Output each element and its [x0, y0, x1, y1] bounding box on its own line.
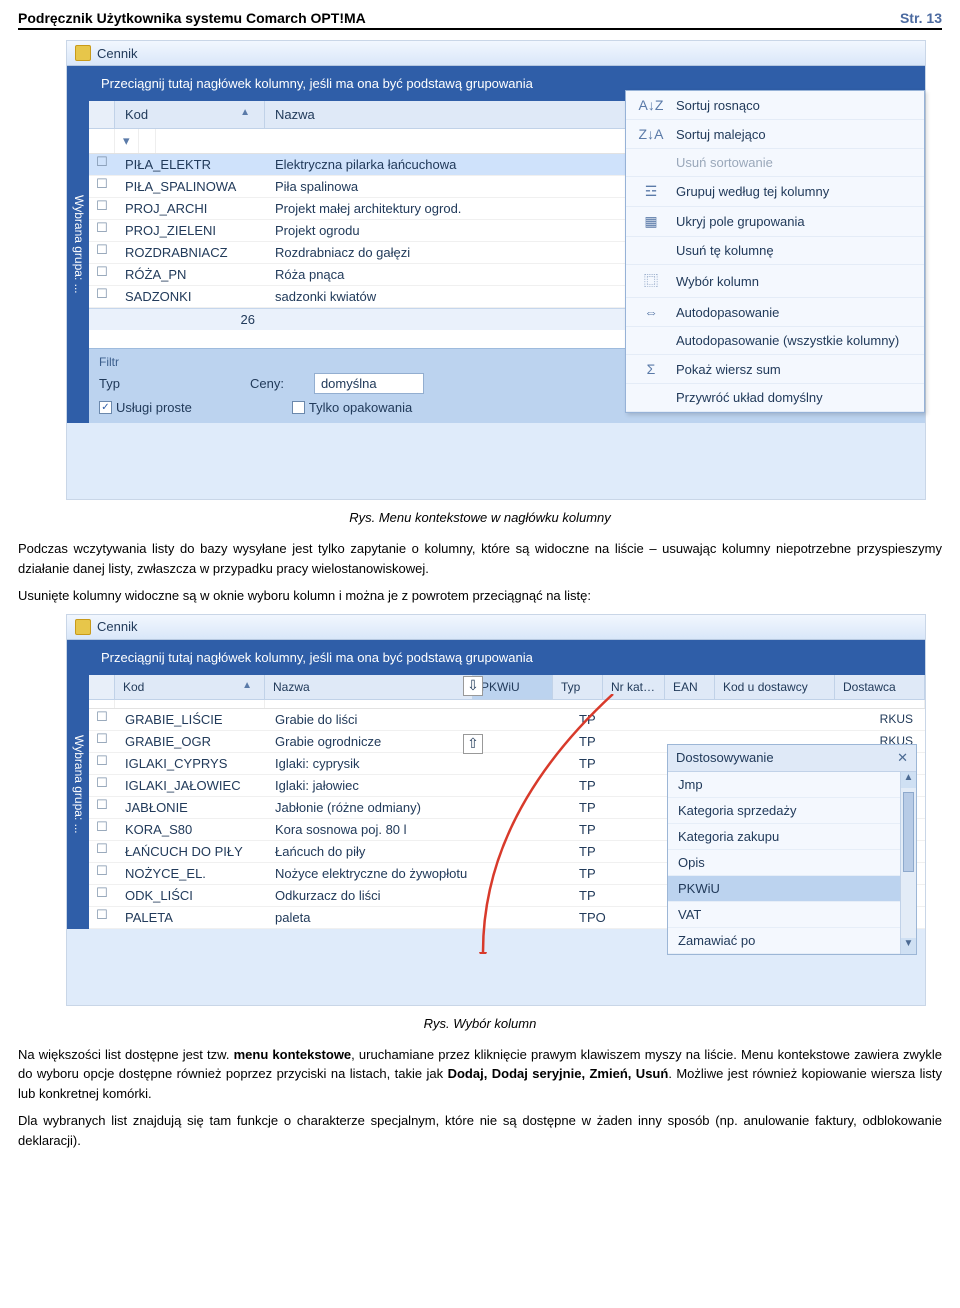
window-title: Cennik — [97, 619, 137, 634]
row-checkbox[interactable]: ☐ — [89, 220, 115, 241]
row-checkbox[interactable]: ☐ — [89, 863, 115, 884]
row-checkbox[interactable]: ☐ — [89, 819, 115, 840]
close-icon[interactable]: ✕ — [897, 750, 908, 766]
row-checkbox[interactable]: ☐ — [89, 264, 115, 285]
window-cennik-2: Cennik Wybrana grupa: ... Przeciągnij tu… — [66, 614, 926, 1006]
row-checkbox[interactable]: ☐ — [89, 775, 115, 796]
side-tab-group[interactable]: Wybrana grupa: ... — [67, 66, 89, 423]
row-checkbox[interactable]: ☐ — [89, 731, 115, 752]
figure-caption-1: Rys. Menu kontekstowe w nagłówku kolumny — [18, 510, 942, 525]
row-checkbox[interactable]: ☐ — [89, 841, 115, 862]
column-chooser-item[interactable]: Kategoria sprzedaży — [668, 798, 916, 824]
price-icon — [75, 45, 91, 61]
arrow-down-icon: ⇩ — [463, 676, 483, 696]
row-checkbox[interactable]: ☐ — [89, 753, 115, 774]
context-menu-item[interactable]: Przywróć układ domyślny — [626, 384, 924, 412]
row-checkbox[interactable]: ☐ — [89, 797, 115, 818]
column-chooser-panel[interactable]: Dostosowywanie ✕ JmpKategoria sprzedażyK… — [667, 744, 917, 955]
context-menu-item: Usuń sortowanie — [626, 149, 924, 177]
doc-title: Podręcznik Użytkownika systemu Comarch O… — [18, 10, 366, 26]
scroll-thumb — [903, 792, 914, 872]
paragraph-4: Dla wybranych list znajdują się tam funk… — [18, 1111, 942, 1150]
row-checkbox[interactable]: ☐ — [89, 176, 115, 197]
context-menu-item[interactable]: ☲Grupuj według tej kolumny — [626, 177, 924, 207]
group-by-bar[interactable]: Przeciągnij tutaj nagłówek kolumny, jeśl… — [89, 640, 925, 675]
window-titlebar: Cennik — [67, 615, 925, 640]
row-checkbox[interactable]: ☐ — [89, 885, 115, 906]
menu-item-icon: A↓Z — [636, 97, 666, 113]
paragraph-1: Podczas wczytywania listy do bazy wysyła… — [18, 539, 942, 578]
column-chooser-item[interactable]: Zamawiać po — [668, 928, 916, 954]
column-chooser-item[interactable]: Opis — [668, 850, 916, 876]
sort-asc-icon: ▲ — [242, 680, 256, 691]
context-menu-item[interactable]: Usuń tę kolumnę — [626, 237, 924, 265]
context-menu-item[interactable]: Autodopasowanie (wszystkie kolumny) — [626, 327, 924, 355]
row-checkbox[interactable]: ☐ — [89, 907, 115, 928]
menu-item-icon: Σ — [636, 361, 666, 377]
column-chooser-item[interactable]: Kategoria zakupu — [668, 824, 916, 850]
scrollbar[interactable]: ▲ ▼ — [900, 772, 916, 954]
menu-item-icon: ⇔ — [636, 304, 666, 320]
table-row[interactable]: ☐GRABIE_LIŚCIEGrabie do liściTPRKUS — [89, 709, 925, 731]
context-menu-item[interactable]: ▦Ukryj pole grupowania — [626, 207, 924, 237]
window-title: Cennik — [97, 46, 137, 61]
context-menu-item[interactable]: ⇔Autodopasowanie — [626, 298, 924, 327]
context-menu-item[interactable]: ΣPokaż wiersz sum — [626, 355, 924, 384]
tylko-opakowania-checkbox[interactable]: Tylko opakowania — [292, 400, 412, 415]
row-checkbox[interactable]: ☐ — [89, 154, 115, 175]
column-header-row[interactable]: Kod▲ Nazwa PKWiU Typ Nr kat… EAN Kod u d… — [89, 675, 925, 700]
paragraph-2: Usunięte kolumny widoczne są w oknie wyb… — [18, 586, 942, 606]
price-icon — [75, 619, 91, 635]
window-cennik-1: Cennik Wybrana grupa: ... Przeciągnij tu… — [66, 40, 926, 500]
page-number: Str. 13 — [900, 10, 942, 26]
uslugi-checkbox[interactable]: ✓Usługi proste — [99, 400, 192, 415]
context-menu-item[interactable]: ⿴Wybór kolumn — [626, 265, 924, 298]
menu-item-icon: ⿴ — [636, 271, 666, 291]
figure-caption-2: Rys. Wybór kolumn — [18, 1016, 942, 1031]
column-chooser-item[interactable]: Jmp — [668, 772, 916, 798]
arrow-up-icon: ⇧ — [463, 734, 483, 754]
auto-filter-row[interactable] — [89, 700, 925, 709]
row-checkbox[interactable]: ☐ — [89, 198, 115, 219]
side-tab-group[interactable]: Wybrana grupa: ... — [67, 640, 89, 929]
scroll-down-icon: ▼ — [901, 938, 916, 954]
ceny-select[interactable]: domyślna — [314, 373, 424, 394]
col-kod[interactable]: Kod▲ — [115, 101, 265, 128]
row-checkbox[interactable]: ☐ — [89, 709, 115, 730]
menu-item-icon: ▦ — [636, 213, 666, 230]
sort-asc-icon: ▲ — [240, 107, 254, 118]
column-chooser-item[interactable]: VAT — [668, 902, 916, 928]
context-menu-item[interactable]: Z↓ASortuj malejąco — [626, 120, 924, 149]
column-chooser-item[interactable]: PKWiU — [668, 876, 916, 902]
col-pkwiu-dragging[interactable]: PKWiU — [473, 675, 553, 699]
menu-item-icon: ☲ — [636, 183, 666, 200]
menu-item-icon: Z↓A — [636, 126, 666, 142]
funnel-icon[interactable]: ▾ — [115, 129, 139, 153]
paragraph-3: Na większości list dostępne jest tzw. me… — [18, 1045, 942, 1104]
row-checkbox[interactable]: ☐ — [89, 286, 115, 307]
column-context-menu[interactable]: A↓ZSortuj rosnącoZ↓ASortuj malejącoUsuń … — [625, 90, 925, 413]
page-header: Podręcznik Użytkownika systemu Comarch O… — [18, 10, 942, 30]
context-menu-item[interactable]: A↓ZSortuj rosnąco — [626, 91, 924, 120]
row-checkbox[interactable]: ☐ — [89, 242, 115, 263]
window-titlebar: Cennik — [67, 41, 925, 66]
scroll-up-icon: ▲ — [901, 772, 916, 788]
